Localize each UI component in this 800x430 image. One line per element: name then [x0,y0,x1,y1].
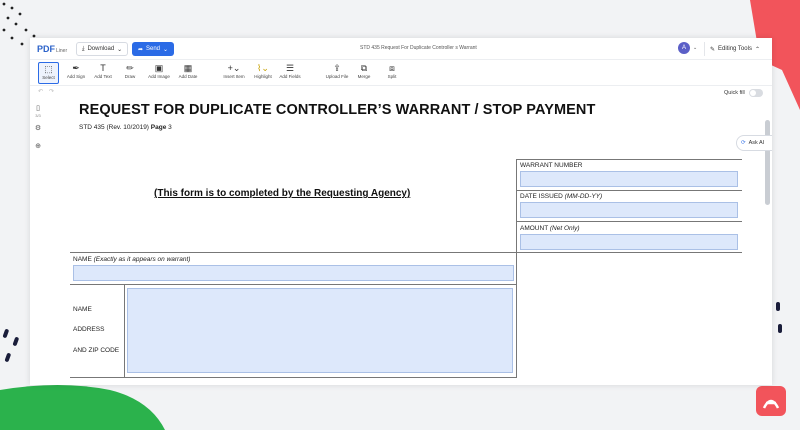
address-block-address-label: ADDRESS [73,326,105,333]
merge-icon: ⧉ [360,63,368,73]
cursor-icon: ⬚ [44,64,53,74]
zoom-icon[interactable]: ⊕ [32,142,44,150]
highlight-icon: ⌇⌄ [257,63,269,73]
date-issued-field[interactable] [520,202,738,218]
date-issued-label: DATE ISSUED (MM-DD-YY) [520,193,603,200]
pen-icon: ✒ [72,63,80,73]
upload-icon: ⇪ [333,63,341,73]
tool-add-text[interactable]: T Add Text [93,62,113,84]
quick-fill-toggle[interactable] [749,89,763,97]
plus-icon: +⌄ [227,63,241,73]
editing-tools-button[interactable]: ✎ Editing Tools ⌃ [704,42,768,56]
form-number: STD 435 (Rev. 10/2019) Page 3 [79,124,172,131]
undo-redo-arrows[interactable]: ↶↷ [38,88,60,95]
avatar[interactable]: A [678,42,690,54]
tool-bar: ⬚ Select ✒ Add Sign T Add Text ✏ Draw ▣ … [30,60,772,86]
send-icon: ➦ [137,46,143,53]
tool-add-image[interactable]: ▣ Add Image [147,62,171,84]
tool-add-sign[interactable]: ✒ Add Sign [66,62,86,84]
chevron-down-icon[interactable]: ⌄ [693,45,697,51]
text-icon: T [100,63,106,73]
app-logo[interactable]: PDFLiner [37,44,67,54]
chevron-up-icon: ⌃ [754,46,760,53]
download-icon: ⤓ [81,45,85,52]
vertical-scrollbar[interactable] [765,120,770,205]
tool-split[interactable]: ⧈ Split [384,62,400,84]
tool-upload-file[interactable]: ⇪ Upload File [324,62,350,84]
divider [70,284,516,285]
divider [70,377,516,378]
divider [516,159,742,160]
agency-note: (This form is to completed by the Reques… [154,188,411,199]
tool-add-date[interactable]: ▦ Add Date [177,62,199,84]
tool-merge[interactable]: ⧉ Merge [355,62,373,84]
name-address-zip-field[interactable] [127,288,513,373]
gear-icon[interactable]: ⚙ [32,124,44,132]
divider [124,284,125,378]
left-sidebar: ▯ 3/3 ⚙ ⊕ [30,100,46,385]
pdf-brand-icon [756,386,786,416]
quick-fill-label: Quick fill [724,90,745,96]
ask-ai-button[interactable]: ⟳ Ask AI [736,135,772,151]
divider [516,190,742,191]
calendar-icon: ▦ [183,63,193,73]
page-thumbnail-icon[interactable]: ▯ [32,104,44,112]
name-label: NAME (Exactly as it appears on warrant) [73,256,191,263]
amount-label: AMOUNT (Net Only) [520,225,580,232]
download-button[interactable]: ⤓ Download ⌄ [76,42,128,56]
edit-icon: ✎ [710,46,716,53]
divider [516,159,517,378]
form-title: REQUEST FOR DUPLICATE CONTROLLER’S WARRA… [79,102,596,118]
tool-highlight[interactable]: ⌇⌄ Highlight [252,62,274,84]
tool-select[interactable]: ⬚ Select [38,62,59,84]
name-field[interactable] [73,265,514,281]
split-icon: ⧈ [389,63,395,73]
refresh-icon: ⟳ [741,140,746,146]
document-title: STD 435 Request For Duplicate Controller… [360,45,477,51]
image-icon: ▣ [154,63,164,73]
pdf-editor-window: PDFLiner ⤓ Download ⌄ ➦ Send ⌄ STD 435 R… [30,38,772,385]
amount-field[interactable] [520,234,738,250]
fields-icon: ☰ [285,63,295,73]
warrant-number-field[interactable] [520,171,738,187]
draw-icon: ✏ [126,63,134,73]
divider [516,252,742,253]
address-block-zip-label: AND ZIP CODE [73,347,120,354]
divider [516,221,742,222]
view-bar: ↶↷ Quick fill [30,86,772,100]
chevron-down-icon: ⌄ [163,46,169,53]
send-button[interactable]: ➦ Send ⌄ [132,42,174,56]
page-count: 3/3 [35,113,41,118]
tool-add-fields[interactable]: ☰ Add Fields [278,62,302,84]
chevron-down-icon: ⌄ [117,46,123,53]
top-bar: PDFLiner ⤓ Download ⌄ ➦ Send ⌄ STD 435 R… [30,38,772,60]
tool-insert-item[interactable]: +⌄ Insert Item [222,62,246,84]
divider [70,252,516,253]
warrant-number-label: WARRANT NUMBER [520,162,583,169]
tool-draw[interactable]: ✏ Draw [122,62,138,84]
address-block-name-label: NAME [73,306,92,313]
